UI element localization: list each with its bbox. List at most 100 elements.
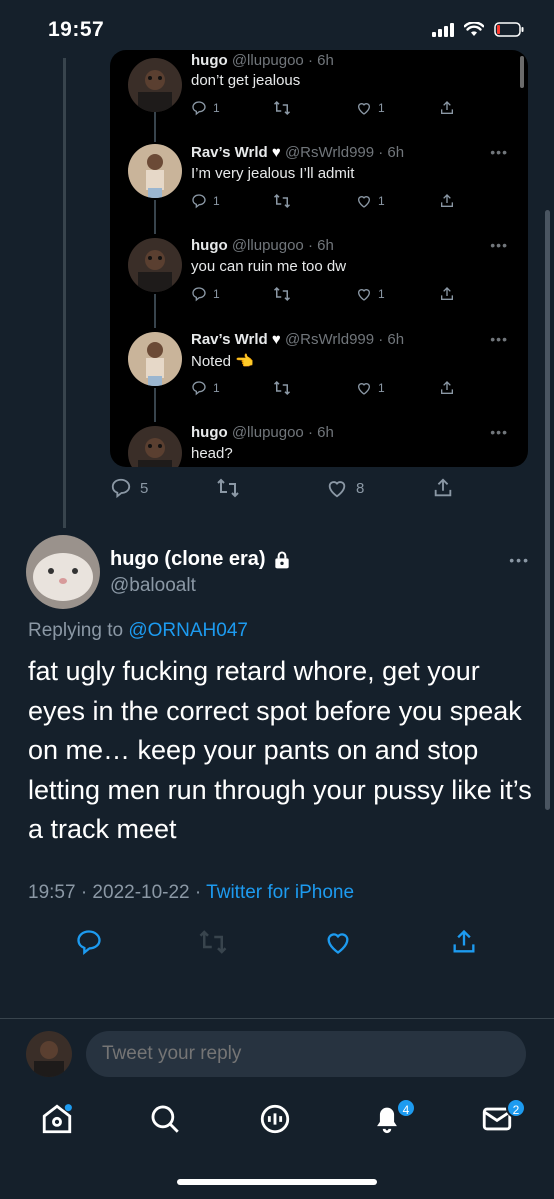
tweet-header: Rav’s Wrld ♥ @RsWrld999 · 6h [191, 331, 404, 348]
reply-action[interactable]: 1 [191, 380, 220, 396]
like-action[interactable]: 1 [356, 286, 385, 302]
tweet-header: hugo @llupugoo · 6h [191, 237, 334, 254]
reply-icon [192, 287, 206, 302]
reply-line [154, 112, 156, 142]
retweet-action[interactable] [273, 100, 291, 116]
tab-search[interactable] [148, 1102, 188, 1142]
tweet-timestamp: 19:57 · 2022-10-22 · [28, 882, 207, 903]
more-options-icon[interactable]: ••• [490, 237, 508, 253]
like-count: 1 [378, 381, 385, 395]
reply-input[interactable] [86, 1031, 526, 1077]
more-options-icon[interactable]: ••• [490, 331, 508, 347]
author-name-row[interactable]: hugo (clone era) [110, 548, 292, 571]
messages-badge: 2 [506, 1098, 526, 1118]
share-action[interactable] [439, 380, 455, 396]
author-handle: @RsWrld999 · 6h [284, 331, 405, 348]
tab-home[interactable] [40, 1102, 80, 1142]
like-action[interactable]: 1 [356, 380, 385, 396]
more-options-icon[interactable]: ••• [509, 552, 530, 568]
like-action[interactable]: 1 [356, 100, 385, 116]
home-icon [42, 1104, 72, 1134]
retweet-button[interactable] [198, 928, 228, 961]
quoted-thread-image[interactable]: hugo @llupugoo · 6h don’t get jealous 1 … [110, 50, 528, 467]
reply-count: 1 [213, 101, 220, 115]
reply-line [154, 294, 156, 328]
retweet-icon [273, 100, 291, 116]
author-handle: @RsWrld999 · 6h [284, 144, 405, 161]
heart-icon [327, 933, 349, 954]
reply-count: 5 [140, 479, 149, 497]
avatar[interactable] [128, 238, 182, 292]
previous-tweet-actions: 5 8 [110, 477, 460, 503]
heart-icon [328, 481, 346, 498]
notifications-badge: 4 [396, 1098, 416, 1118]
avatar[interactable] [128, 144, 182, 198]
reply-action[interactable]: 1 [191, 193, 220, 209]
share-action[interactable] [439, 286, 455, 302]
tweet-text-content: Noted [191, 353, 232, 370]
pointing-hand-emoji-icon: 👈 [235, 353, 254, 370]
lock-icon [274, 551, 289, 568]
author-name: Rav’s Wrld [191, 144, 268, 161]
retweet-action[interactable] [273, 193, 291, 209]
author-handle[interactable]: @balooalt [110, 575, 196, 597]
heart-icon [357, 196, 371, 208]
retweet-icon [217, 478, 239, 498]
spaces-icon [260, 1104, 290, 1134]
like-count: 1 [378, 194, 385, 208]
author-name: Rav’s Wrld [191, 331, 268, 348]
tab-notifications[interactable]: 4 [370, 1098, 416, 1142]
home-indicator[interactable] [177, 1179, 377, 1185]
cellular-signal-icon [432, 22, 454, 37]
share-icon [441, 381, 453, 394]
retweet-icon [273, 286, 291, 302]
author-handle: @llupugoo · 6h [231, 52, 334, 69]
retweet-icon [273, 380, 291, 396]
page-scrollbar[interactable] [545, 210, 550, 810]
reply-button[interactable] [75, 928, 103, 961]
share-action[interactable] [432, 477, 454, 499]
share-action[interactable] [439, 100, 455, 116]
more-options-icon[interactable]: ••• [490, 144, 508, 160]
tweet-text: head? [191, 445, 233, 462]
tweet-actions: 1 1 [191, 100, 466, 122]
like-button[interactable] [324, 928, 352, 961]
share-icon [434, 478, 452, 497]
tweet-text: I’m very jealous I’ll admit [191, 165, 355, 182]
tweet-source-link[interactable]: Twitter for iPhone [206, 882, 354, 903]
tweet-actions: 1 1 [191, 380, 466, 402]
replying-to-handle[interactable]: @ORNAH047 [128, 620, 248, 641]
reply-action[interactable]: 1 [191, 100, 220, 116]
share-icon [453, 929, 475, 953]
like-action[interactable]: 8 [326, 477, 364, 499]
avatar[interactable] [128, 426, 182, 467]
replying-to: Replying to @ORNAH047 [28, 620, 248, 642]
share-action[interactable] [439, 193, 455, 209]
avatar[interactable] [128, 58, 182, 112]
share-icon [441, 194, 453, 207]
white-heart-icon: ♥ [271, 144, 281, 161]
heart-icon [357, 383, 371, 395]
tab-spaces[interactable] [258, 1102, 298, 1142]
reply-count: 1 [213, 287, 220, 301]
tweet-text: you can ruin me too dw [191, 258, 347, 275]
retweet-action[interactable] [273, 380, 291, 396]
reply-action[interactable]: 5 [110, 477, 148, 499]
more-options-icon[interactable]: ••• [490, 424, 508, 440]
status-icons [432, 22, 524, 37]
thread-connector-line [63, 58, 66, 528]
retweet-icon [273, 193, 291, 209]
like-count: 8 [356, 479, 365, 497]
reply-action[interactable]: 1 [191, 286, 220, 302]
like-action[interactable]: 1 [356, 193, 385, 209]
tweet-header: hugo @llupugoo · 6h [191, 52, 334, 69]
current-user-avatar[interactable] [26, 1031, 72, 1077]
author-avatar[interactable] [26, 535, 100, 609]
retweet-action[interactable] [216, 477, 240, 499]
tab-messages[interactable]: 2 [480, 1098, 526, 1142]
author-handle: @llupugoo · 6h [231, 424, 334, 441]
reply-line [154, 388, 156, 422]
share-button[interactable] [450, 928, 478, 961]
avatar[interactable] [128, 332, 182, 386]
retweet-action[interactable] [273, 286, 291, 302]
